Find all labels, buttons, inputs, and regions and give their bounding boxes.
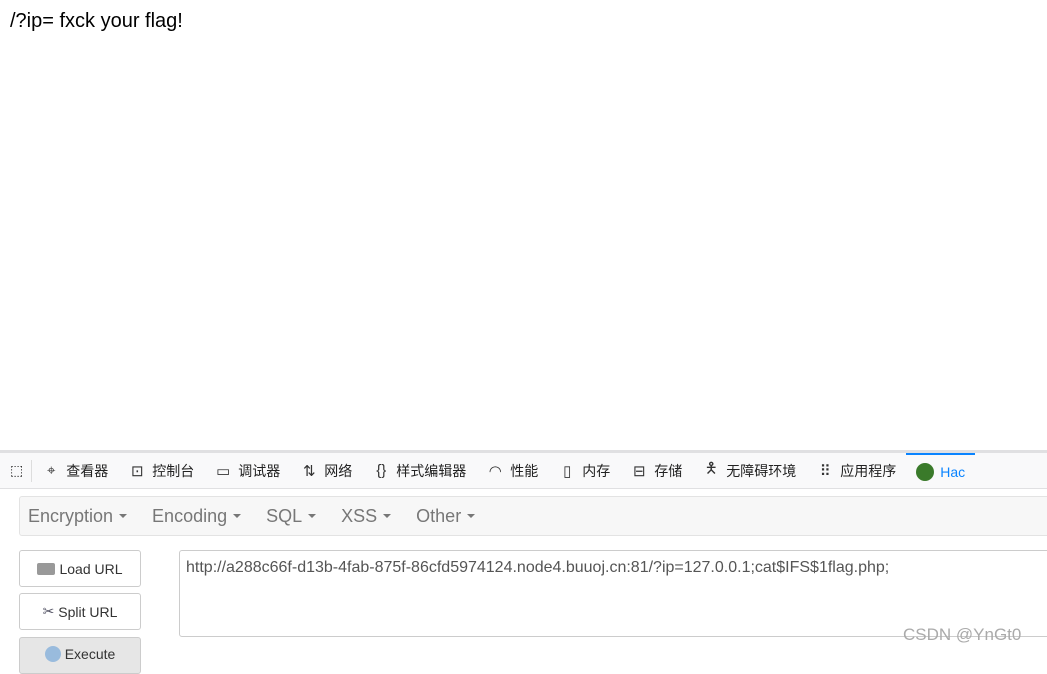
caret-down-icon [467,514,476,518]
menu-encryption[interactable]: Encryption [20,506,135,527]
url-textarea[interactable]: http://a288c66f-d13b-4fab-875f-86cfd5974… [179,550,1047,637]
execute-button[interactable]: Execute [19,637,141,674]
tab-label: 网络 [324,462,353,479]
menu-label: Other [416,505,462,526]
application-icon: ⠿ [819,462,831,480]
menu-xss[interactable]: XSS [333,506,399,527]
hackbar-menubar: Encryption Encoding SQL XSS Other [19,496,1047,536]
tab-label: 性能 [510,462,539,479]
button-label: Split URL [58,603,118,620]
split-url-button[interactable]: ✂ Split URL [19,593,141,630]
devtools-tabbar: ⬚ ⌖ 查看器 ⊡ 控制台 ▭ 调试器 ⇅ 网络 {} 样式编辑器 ◠ 性能 ▯ 内存 ⊟ 存储… [0,453,1047,489]
menu-label: XSS [341,505,378,526]
tab-application[interactable]: ⠿ 应用程序 [806,453,906,488]
caret-down-icon [233,514,242,518]
menu-label: Encoding [152,505,228,526]
tab-label: 存储 [654,462,683,479]
menu-label: SQL [266,505,303,526]
tab-label: 控制台 [152,462,195,479]
page-output-text: /?ip= fxck your flag! [10,10,183,32]
devtools-panel: ⬚ ⌖ 查看器 ⊡ 控制台 ▭ 调试器 ⇅ 网络 {} 样式编辑器 ◠ 性能 ▯ 内存 ⊟ 存储… [0,450,1047,674]
tab-console[interactable]: ⊡ 控制台 [118,453,204,488]
tab-hackbar[interactable]: Hac [906,453,976,488]
tab-storage[interactable]: ⊟ 存储 [620,453,692,488]
debugger-icon: ▭ [216,462,231,480]
caret-down-icon [383,514,392,518]
hackbar-icon [916,462,935,481]
tab-label: 查看器 [66,462,109,479]
tab-memory[interactable]: ▯ 内存 [548,453,620,488]
tab-inspector[interactable]: ⌖ 查看器 [32,453,118,488]
tab-label: 内存 [582,462,611,479]
caret-down-icon [119,514,128,518]
execute-icon [44,646,61,662]
style-editor-icon: {} [376,462,387,479]
tab-label: 样式编辑器 [396,462,467,479]
caret-down-icon [308,514,317,518]
scissors-icon: ✂ [42,603,55,619]
element-picker-button[interactable]: ⬚ [0,459,33,482]
menu-sql[interactable]: SQL [258,506,324,527]
element-picker-icon: ⬚ [10,462,24,478]
inspector-icon: ⌖ [47,462,56,479]
load-url-button[interactable]: Load URL [19,550,141,587]
tab-label: 无障碍环境 [726,462,797,479]
tab-label: 应用程序 [840,462,897,479]
tab-label: 调试器 [238,462,281,479]
menu-other[interactable]: Other [408,506,483,527]
tab-network[interactable]: ⇅ 网络 [290,453,362,488]
memory-icon: ▯ [563,462,572,480]
watermark: CSDN @YnGt0 [903,625,1022,644]
tab-debugger[interactable]: ▭ 调试器 [204,453,290,488]
button-label: Load URL [59,560,123,577]
performance-icon: ◠ [488,462,502,480]
menu-label: Encryption [28,505,114,526]
tab-label: Hac [940,463,966,480]
tab-accessibility[interactable]: 🯅 无障碍环境 [692,453,806,488]
accessibility-icon: 🯅 [704,460,718,477]
storage-icon: ⊟ [632,462,646,480]
console-icon: ⊡ [130,462,144,480]
tab-performance[interactable]: ◠ 性能 [476,453,548,488]
load-icon [37,562,56,575]
button-label: Execute [64,646,116,662]
menu-encoding[interactable]: Encoding [144,506,249,527]
network-icon: ⇅ [302,462,316,480]
tab-style-editor[interactable]: {} 样式编辑器 [362,453,476,488]
